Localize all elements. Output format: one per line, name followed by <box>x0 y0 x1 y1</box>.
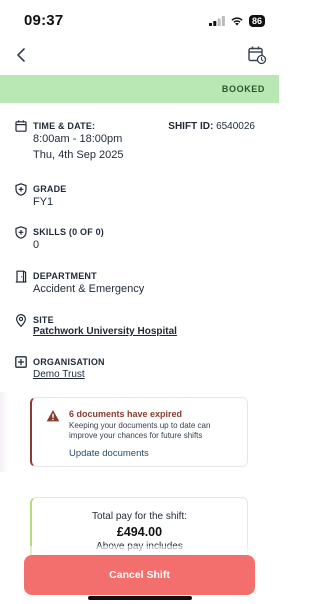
side-tint <box>0 392 8 472</box>
location-pin-icon <box>14 313 28 327</box>
shield-plus-icon <box>14 182 28 196</box>
status-icons: 86 <box>208 15 265 27</box>
shift-id: SHIFT ID: 6540026 <box>168 121 255 132</box>
status-bar: 09:37 86 <box>0 0 279 40</box>
battery-indicator: 86 <box>248 15 265 27</box>
organisation-title: ORGANISATION <box>33 357 105 367</box>
time-date-title: TIME & DATE: <box>33 121 96 131</box>
door-icon <box>14 269 28 283</box>
site-link[interactable]: Patchwork University Hospital <box>33 326 177 337</box>
site-title: SITE <box>33 315 54 325</box>
pay-amount: £494.00 <box>116 525 163 539</box>
alert-body: Keeping your documents up to date can im… <box>69 421 211 440</box>
calendar-icon <box>14 119 28 133</box>
organisation-link[interactable]: Demo Trust <box>33 369 85 380</box>
shift-date: Thu, 4th Sep 2025 <box>33 149 124 161</box>
grade-value: FY1 <box>33 196 54 208</box>
shift-id-label: SHIFT ID: <box>168 121 214 132</box>
expired-documents-alert: 6 documents have expired Keeping your do… <box>30 397 248 467</box>
skills-value: 0 <box>33 239 40 251</box>
warning-icon <box>46 410 60 422</box>
booked-status-banner: BOOKED <box>0 75 279 103</box>
grade-title: GRADE <box>33 184 67 194</box>
plus-square-icon <box>14 355 28 369</box>
add-to-calendar-button[interactable] <box>245 43 269 67</box>
update-documents-link[interactable]: Update documents <box>69 448 149 459</box>
shift-id-value: 6540026 <box>216 121 255 132</box>
back-button[interactable] <box>10 44 32 66</box>
shield-plus-icon <box>14 225 28 239</box>
alert-title: 6 documents have expired <box>69 409 183 419</box>
calendar-clock-icon <box>248 46 267 65</box>
department-value: Accident & Emergency <box>33 283 145 295</box>
home-indicator <box>88 596 192 600</box>
skills-title: SKILLS (0 OF 0) <box>33 227 105 237</box>
cancel-shift-button[interactable]: Cancel Shift <box>24 555 255 595</box>
cancel-shift-label: Cancel Shift <box>109 569 170 581</box>
booked-status-text: BOOKED <box>221 84 265 94</box>
status-time: 09:37 <box>24 12 64 29</box>
department-title: DEPARTMENT <box>33 271 97 281</box>
signal-icon <box>208 16 225 26</box>
top-nav <box>0 40 279 72</box>
pay-label: Total pay for the shift: <box>91 511 188 522</box>
shift-time: 8:00am - 18:00pm <box>33 133 123 145</box>
chevron-left-icon <box>17 48 25 62</box>
wifi-icon <box>231 17 243 26</box>
